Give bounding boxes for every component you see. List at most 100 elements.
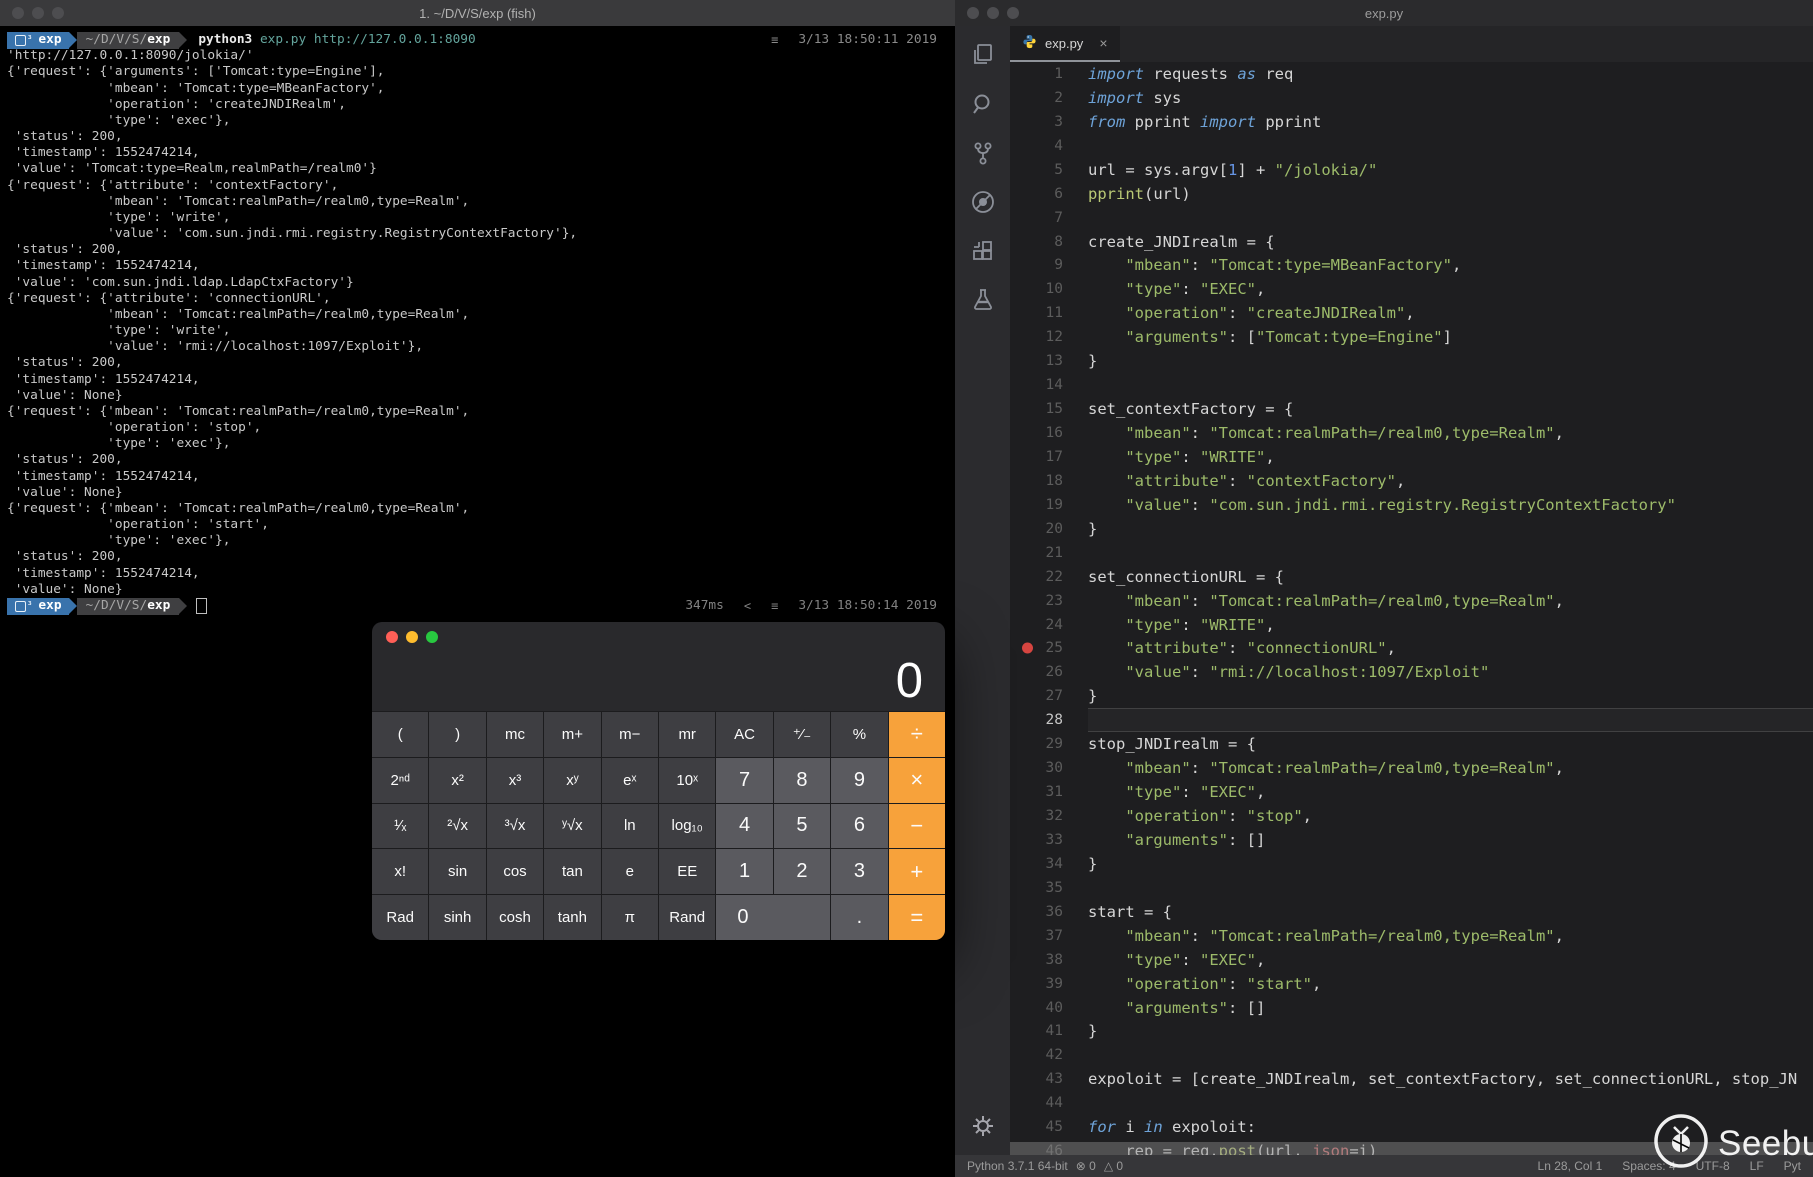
calc-key-tanh[interactable]: tanh	[544, 895, 600, 940]
line-number[interactable]: 33	[1010, 832, 1088, 848]
close-button[interactable]	[386, 631, 398, 643]
vscode-titlebar[interactable]: exp.py	[955, 0, 1813, 26]
line-number[interactable]: 9	[1010, 257, 1088, 273]
calc-key-equals[interactable]: =	[889, 895, 945, 940]
line-number[interactable]: 19	[1010, 497, 1088, 513]
calc-key-ee[interactable]: EE	[659, 849, 715, 894]
calc-key-tan[interactable]: tan	[544, 849, 600, 894]
line-number[interactable]: 43	[1010, 1071, 1088, 1087]
line-number[interactable]: 13	[1010, 353, 1088, 369]
line-number[interactable]: 26	[1010, 664, 1088, 680]
explorer-icon[interactable]	[970, 42, 996, 68]
line-number[interactable]: 28	[1010, 712, 1088, 728]
line-number[interactable]: 34	[1010, 856, 1088, 872]
calc-key-m-minus[interactable]: m−	[602, 712, 658, 757]
calc-key-x-cubed[interactable]: x³	[487, 758, 543, 803]
line-number[interactable]: 45	[1010, 1119, 1088, 1135]
terminal-titlebar[interactable]: 1. ~/D/V/S/exp (fish)	[0, 0, 955, 26]
python-interpreter-status[interactable]: Python 3.7.1 64-bit	[967, 1159, 1068, 1173]
calc-key-y-root[interactable]: ʸ√x	[544, 804, 600, 849]
tab-exp-py[interactable]: exp.py ×	[1010, 26, 1120, 62]
calc-key-x-pow-y[interactable]: xʸ	[544, 758, 600, 803]
line-number[interactable]: 31	[1010, 784, 1088, 800]
calc-key-multiply[interactable]: ×	[889, 758, 945, 803]
calc-key-one-over-x[interactable]: ¹⁄ₓ	[372, 804, 428, 849]
calc-key-second[interactable]: 2ⁿᵈ	[372, 758, 428, 803]
line-number[interactable]: 35	[1010, 880, 1088, 896]
calc-key-0[interactable]: 0	[716, 895, 830, 940]
line-number[interactable]: 11	[1010, 305, 1088, 321]
calc-key-cbrt[interactable]: ³√x	[487, 804, 543, 849]
zoom-button[interactable]	[426, 631, 438, 643]
line-number[interactable]: 37	[1010, 928, 1088, 944]
tests-flask-icon[interactable]	[970, 287, 996, 313]
calc-key-e[interactable]: e	[602, 849, 658, 894]
calc-key-divide[interactable]: ÷	[889, 712, 945, 757]
calc-key-rad[interactable]: Rad	[372, 895, 428, 940]
terminal-body[interactable]: ³exp~/D/V/S/exppython3 exp.py http://127…	[0, 26, 955, 614]
errors-status[interactable]: ⊗ 0	[1076, 1159, 1096, 1173]
line-number[interactable]: 39	[1010, 976, 1088, 992]
close-button[interactable]	[967, 7, 979, 19]
extensions-icon[interactable]	[970, 238, 996, 264]
calc-key-rparen[interactable]: )	[429, 712, 485, 757]
calc-key-x-squared[interactable]: x²	[429, 758, 485, 803]
calc-key-lparen[interactable]: (	[372, 712, 428, 757]
minimize-button[interactable]	[987, 7, 999, 19]
calc-key-decimal[interactable]: .	[831, 895, 887, 940]
tab-close-icon[interactable]: ×	[1099, 35, 1107, 51]
line-number[interactable]: 5	[1010, 162, 1088, 178]
calc-key-sqrt[interactable]: ²√x	[429, 804, 485, 849]
line-number[interactable]: 41	[1010, 1023, 1088, 1039]
calc-key-5[interactable]: 5	[774, 804, 830, 849]
calc-key-sinh[interactable]: sinh	[429, 895, 485, 940]
calc-key-pi[interactable]: π	[602, 895, 658, 940]
calc-key-rand[interactable]: Rand	[659, 895, 715, 940]
code-editor[interactable]: 1import requests as req2import sys3from …	[1010, 62, 1813, 1155]
calc-key-m-plus[interactable]: m+	[544, 712, 600, 757]
calc-key-3[interactable]: 3	[831, 849, 887, 894]
line-number[interactable]: 16	[1010, 425, 1088, 441]
line-number[interactable]: 3	[1010, 114, 1088, 130]
calculator-titlebar[interactable]: 0	[372, 622, 945, 711]
line-number[interactable]: 14	[1010, 377, 1088, 393]
zoom-button[interactable]	[1007, 7, 1019, 19]
status-item[interactable]: Ln 28, Col 1	[1538, 1159, 1603, 1173]
calc-key-4[interactable]: 4	[716, 804, 772, 849]
line-number[interactable]: 6	[1010, 186, 1088, 202]
debug-icon[interactable]	[970, 189, 996, 215]
calc-key-e-pow-x[interactable]: eˣ	[602, 758, 658, 803]
minimize-button[interactable]	[32, 7, 44, 19]
calc-key-mc[interactable]: mc	[487, 712, 543, 757]
calc-key-log10[interactable]: log₁₀	[659, 804, 715, 849]
calc-key-plus[interactable]: +	[889, 849, 945, 894]
line-number[interactable]: 30	[1010, 760, 1088, 776]
line-number[interactable]: 15	[1010, 401, 1088, 417]
calc-key-ln[interactable]: ln	[602, 804, 658, 849]
line-number[interactable]: 40	[1010, 1000, 1088, 1016]
line-number[interactable]: 23	[1010, 593, 1088, 609]
line-number[interactable]: 36	[1010, 904, 1088, 920]
line-number[interactable]: 25	[1010, 640, 1088, 656]
line-number[interactable]: 18	[1010, 473, 1088, 489]
calc-key-ac[interactable]: AC	[716, 712, 772, 757]
calc-key-mr[interactable]: mr	[659, 712, 715, 757]
calc-key-2[interactable]: 2	[774, 849, 830, 894]
calc-key-factorial[interactable]: x!	[372, 849, 428, 894]
calc-key-percent[interactable]: %	[831, 712, 887, 757]
calc-key-cosh[interactable]: cosh	[487, 895, 543, 940]
line-number[interactable]: 7	[1010, 210, 1088, 226]
line-number[interactable]: 21	[1010, 545, 1088, 561]
line-number[interactable]: 44	[1010, 1095, 1088, 1111]
line-number[interactable]: 1	[1010, 66, 1088, 82]
calc-key-sin[interactable]: sin	[429, 849, 485, 894]
line-number[interactable]: 29	[1010, 736, 1088, 752]
settings-gear-icon[interactable]	[970, 1113, 996, 1139]
line-number[interactable]: 8	[1010, 234, 1088, 250]
calc-key-7[interactable]: 7	[716, 758, 772, 803]
zoom-button[interactable]	[52, 7, 64, 19]
calc-key-cos[interactable]: cos	[487, 849, 543, 894]
calc-key-plus-minus[interactable]: ⁺⁄₋	[774, 712, 830, 757]
line-number[interactable]: 24	[1010, 617, 1088, 633]
line-number[interactable]: 38	[1010, 952, 1088, 968]
